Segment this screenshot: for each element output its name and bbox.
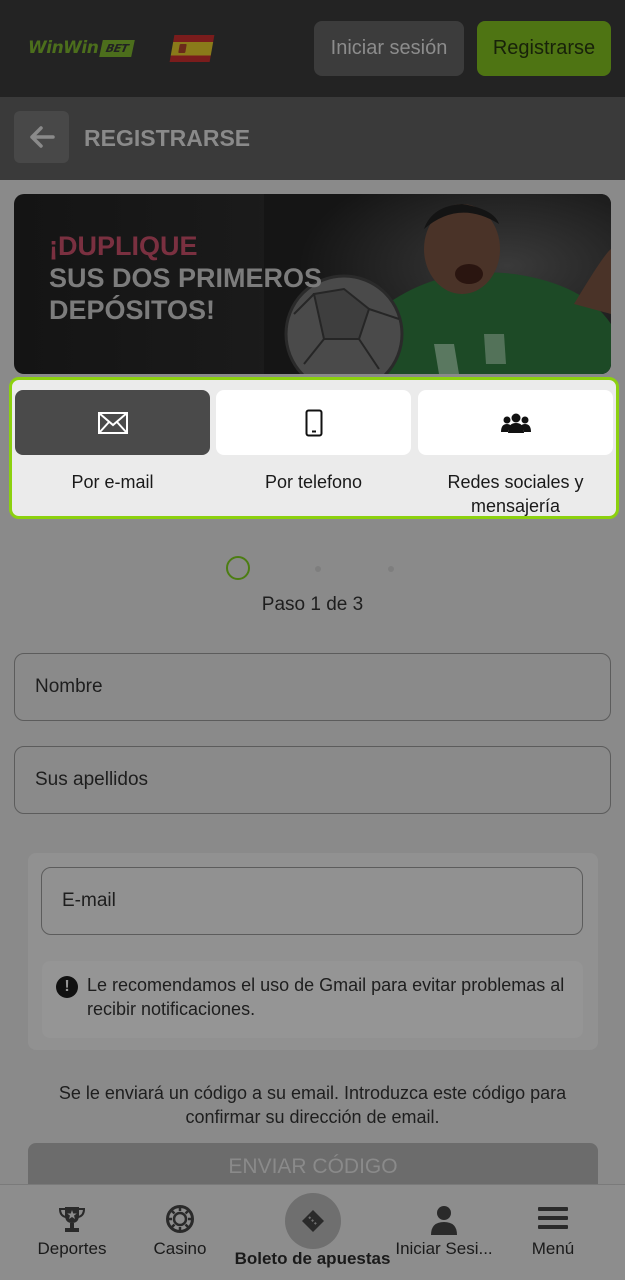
banner-headline-3: DEPÓSITOS! (49, 295, 216, 325)
nav-betslip-label[interactable]: Boleto de apuestas (220, 1249, 405, 1269)
phone-icon (305, 409, 322, 436)
gmail-notice: ! Le recomendamos el uso de Gmail para e… (42, 961, 583, 1038)
nav-sports-label: Deportes (37, 1239, 107, 1258)
nav-casino-label: Casino (153, 1239, 207, 1258)
step-dot (388, 566, 394, 572)
method-phone-label[interactable]: Por telefono (216, 470, 411, 494)
exclamation-icon: ! (56, 976, 78, 998)
notice-text: Le recomendamos el uso de Gmail para evi… (87, 975, 565, 1019)
step-dot (315, 566, 321, 572)
envelope-icon (97, 411, 128, 434)
page-header: REGISTRARSE (0, 97, 625, 180)
casino-chip-icon (166, 1205, 194, 1233)
hamburger-menu-icon (538, 1207, 568, 1229)
register-button[interactable]: Registrarse (477, 21, 611, 76)
code-info-text: Se le enviará un código a su email. Intr… (58, 1083, 567, 1127)
nav-sports[interactable]: Deportes (22, 1185, 122, 1280)
email-input[interactable]: E-mail (41, 867, 583, 935)
nav-menu-label: Menú (531, 1239, 575, 1258)
method-social-button[interactable] (418, 390, 613, 455)
step-label: Paso 1 de 3 (261, 594, 364, 615)
step-indicator-current (226, 556, 250, 580)
method-social-label[interactable]: Redes sociales y mensajería (418, 470, 613, 518)
arrow-left-icon (29, 126, 55, 148)
banner-headline-1: ¡DUPLIQUE (49, 231, 198, 261)
page-title: REGISTRARSE (84, 125, 251, 151)
nav-login[interactable]: Iniciar Sesi... (390, 1185, 498, 1280)
method-email-button[interactable] (15, 390, 210, 455)
method-phone-button[interactable] (216, 390, 411, 455)
winwin-logo[interactable]: WinWin BET (28, 38, 136, 58)
user-icon (431, 1206, 457, 1235)
back-button[interactable] (14, 111, 69, 163)
trophy-icon (58, 1207, 86, 1232)
top-bar: WinWin BET Iniciar sesión Registrarse (0, 0, 625, 97)
email-section: E-mail ! Le recomendamos el uso de Gmail… (28, 853, 598, 1050)
promo-banner[interactable]: ¡DUPLIQUE SUS DOS PRIMEROS DEPÓSITOS! (14, 194, 611, 374)
logo-text: WinWin (28, 38, 99, 58)
nav-menu[interactable]: Menú (518, 1185, 588, 1280)
registration-method-selector: Por e-mail Por telefono Redes sociales y… (9, 377, 619, 519)
nav-betslip[interactable] (285, 1193, 341, 1249)
name-input[interactable]: Nombre (14, 653, 611, 721)
login-button[interactable]: Iniciar sesión (314, 21, 464, 76)
ticket-icon (302, 1210, 324, 1232)
nav-login-label: Iniciar Sesi... (395, 1239, 493, 1258)
spain-flag-icon[interactable] (169, 35, 215, 62)
users-icon (500, 413, 531, 433)
banner-headline-2: SUS DOS PRIMEROS (49, 263, 323, 293)
logo-badge: BET (99, 39, 136, 57)
nav-casino[interactable]: Casino (140, 1185, 220, 1280)
method-email-label[interactable]: Por e-mail (15, 470, 210, 494)
surname-input[interactable]: Sus apellidos (14, 746, 611, 814)
